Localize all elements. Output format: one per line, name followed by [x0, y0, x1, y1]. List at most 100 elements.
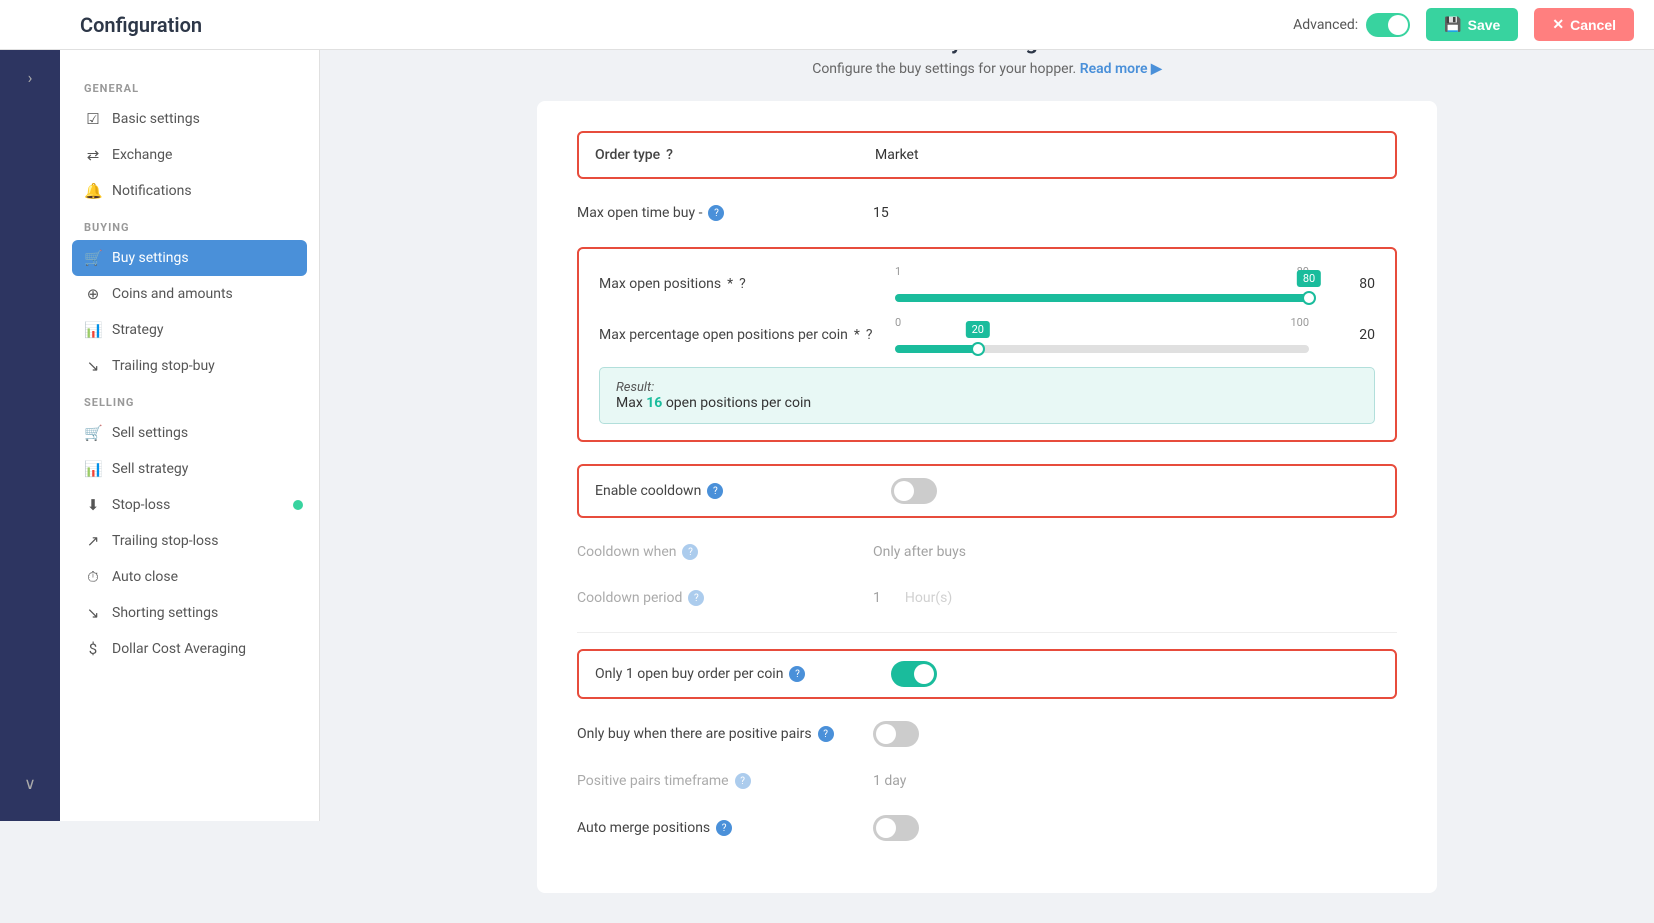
positive-pairs-timeframe-row: Positive pairs timeframe ? 1 day	[577, 769, 1397, 793]
result-label: Result:	[616, 380, 1358, 395]
cooldown-when-help-icon: ?	[682, 544, 698, 560]
sidebar-item-strategy[interactable]: 📊 Strategy	[60, 312, 319, 348]
sidebar-item-sell-settings[interactable]: 🛒 Sell settings	[60, 415, 319, 451]
max-pct-minmax: 0 100	[895, 316, 1309, 329]
auto-close-icon: ⏱	[84, 568, 102, 586]
max-open-positions-help-icon[interactable]: ?	[739, 276, 746, 292]
max-open-time-value: 15	[873, 201, 889, 225]
sidebar-item-trailing-stop-loss[interactable]: ↗ Trailing stop-loss	[60, 523, 319, 559]
max-open-positions-track: 80	[895, 294, 1309, 302]
positive-pairs-toggle[interactable]	[873, 721, 919, 747]
advanced-toggle-group: Advanced:	[1293, 13, 1410, 37]
enable-cooldown-toggle[interactable]	[891, 478, 937, 504]
auto-merge-label: Auto merge positions ?	[577, 820, 857, 836]
sidebar-item-shorting-settings[interactable]: ↘ Shorting settings	[60, 595, 319, 631]
max-percentage-track: 20	[895, 345, 1309, 353]
cooldown-period-value: 1	[873, 586, 881, 610]
selling-section-label: SELLING	[60, 384, 319, 415]
sidebar-item-trailing-stop-buy[interactable]: ↘ Trailing stop-buy	[60, 348, 319, 384]
max-open-positions-thumb[interactable]	[1302, 291, 1316, 305]
exchange-icon: ⇄	[84, 146, 102, 164]
topbar-right: Advanced: 💾 Save ✕ Cancel	[1293, 8, 1634, 41]
enable-cooldown-section: Enable cooldown ?	[577, 464, 1397, 518]
sidebar-item-basic-settings[interactable]: ☑ Basic settings	[60, 101, 319, 137]
section-subtitle: Configure the buy settings for your hopp…	[360, 61, 1614, 77]
trailing-stop-loss-icon: ↗	[84, 532, 102, 550]
max-open-positions-label: Max open positions * ?	[599, 276, 879, 292]
dca-icon: $	[84, 640, 102, 658]
strategy-icon: 📊	[84, 321, 102, 339]
positive-pairs-timeframe-label: Positive pairs timeframe ?	[577, 773, 857, 789]
sidebar-item-stop-loss[interactable]: ⬇ Stop-loss	[60, 487, 319, 523]
positive-pairs-timeframe-value: 1 day	[873, 769, 906, 793]
auto-merge-help-icon[interactable]: ?	[716, 820, 732, 836]
enable-cooldown-help-icon[interactable]: ?	[707, 483, 723, 499]
result-box: Result: Max 16 open positions per coin	[599, 367, 1375, 424]
sidebar-item-exchange[interactable]: ⇄ Exchange	[60, 137, 319, 173]
settings-card: Order type ? Market Max open time buy - …	[537, 101, 1437, 893]
max-open-positions-slider-wrapper: 1 80 80	[895, 265, 1309, 302]
advanced-label: Advanced:	[1293, 17, 1358, 33]
page-title: Configuration	[80, 13, 202, 37]
order-type-row: Order type ? Market	[577, 131, 1397, 179]
trailing-stop-buy-icon: ↘	[84, 357, 102, 375]
max-open-positions-bubble: 80	[1297, 270, 1321, 287]
cancel-button[interactable]: ✕ Cancel	[1534, 8, 1634, 41]
buy-settings-icon: 🛒	[84, 249, 102, 267]
max-percentage-fill	[895, 345, 978, 353]
max-percentage-label: Max percentage open positions per coin *…	[599, 327, 879, 343]
max-percentage-bubble: 20	[966, 321, 990, 338]
order-type-label: Order type ?	[595, 147, 875, 163]
cooldown-when-row: Cooldown when ? Only after buys	[577, 540, 1397, 564]
coins-amounts-icon: ⊕	[84, 285, 102, 303]
auto-merge-row: Auto merge positions ?	[577, 815, 1397, 841]
auto-merge-toggle[interactable]	[873, 815, 919, 841]
max-percentage-help-icon[interactable]: ?	[866, 327, 873, 343]
basic-settings-icon: ☑	[84, 110, 102, 128]
save-icon: 💾	[1444, 16, 1461, 33]
sidebar-item-auto-close[interactable]: ⏱ Auto close	[60, 559, 319, 595]
notifications-icon: 🔔	[84, 182, 102, 200]
cooldown-period-help-icon: ?	[688, 590, 704, 606]
read-more-link[interactable]: Read more ▶	[1080, 61, 1162, 77]
only1-row: Only 1 open buy order per coin ?	[577, 649, 1397, 699]
max-open-time-help-icon[interactable]: ?	[708, 205, 724, 221]
result-value: 16	[646, 395, 662, 411]
sell-strategy-icon: 📊	[84, 460, 102, 478]
left-nav-bottom-chevron[interactable]: ∨	[16, 766, 44, 801]
advanced-toggle[interactable]	[1366, 13, 1410, 37]
enable-cooldown-label: Enable cooldown ?	[595, 483, 875, 499]
max-open-time-buy-row: Max open time buy - ? 15	[577, 201, 1397, 225]
stop-loss-icon: ⬇	[84, 496, 102, 514]
sidebar-item-sell-strategy[interactable]: 📊 Sell strategy	[60, 451, 319, 487]
max-open-positions-fill	[895, 294, 1309, 302]
result-text: Max 16 open positions per coin	[616, 395, 1358, 411]
cooldown-period-unit: Hour(s)	[905, 586, 952, 610]
order-type-help-icon[interactable]: ?	[666, 147, 673, 163]
max-open-positions-row: Max open positions * ? 1 80 80 80	[599, 265, 1375, 302]
left-nav: › ∨	[0, 50, 60, 821]
save-button[interactable]: 💾 Save	[1426, 8, 1518, 41]
positive-pairs-help-icon[interactable]: ?	[818, 726, 834, 742]
max-open-required: *	[727, 276, 733, 292]
sidebar-item-notifications[interactable]: 🔔 Notifications	[60, 173, 319, 209]
positive-pairs-label: Only buy when there are positive pairs ?	[577, 726, 857, 742]
max-open-time-label: Max open time buy - ?	[577, 205, 857, 221]
max-pct-required: *	[854, 327, 860, 343]
max-percentage-thumb[interactable]	[971, 342, 985, 356]
positive-pairs-row: Only buy when there are positive pairs ?	[577, 721, 1397, 747]
sidebar-item-buy-settings[interactable]: 🛒 Buy settings	[72, 240, 307, 276]
slider-section: Max open positions * ? 1 80 80 80	[577, 247, 1397, 442]
sidebar-item-dca[interactable]: $ Dollar Cost Averaging	[60, 631, 319, 667]
max-percentage-slider-wrapper: 0 100 20	[895, 316, 1309, 353]
max-percentage-row: Max percentage open positions per coin *…	[599, 316, 1375, 353]
order-type-value: Market	[875, 143, 919, 167]
sidebar-item-coins-amounts[interactable]: ⊕ Coins and amounts	[60, 276, 319, 312]
buying-section-label: BUYING	[60, 209, 319, 240]
cooldown-when-value: Only after buys	[873, 540, 966, 564]
only1-help-icon[interactable]: ?	[789, 666, 805, 682]
left-nav-chevron[interactable]: ›	[20, 60, 41, 95]
sidebar: GENERAL ☑ Basic settings ⇄ Exchange 🔔 No…	[60, 50, 320, 821]
only1-toggle[interactable]	[891, 661, 937, 687]
topbar: Configuration Advanced: 💾 Save ✕ Cancel	[0, 0, 1654, 50]
